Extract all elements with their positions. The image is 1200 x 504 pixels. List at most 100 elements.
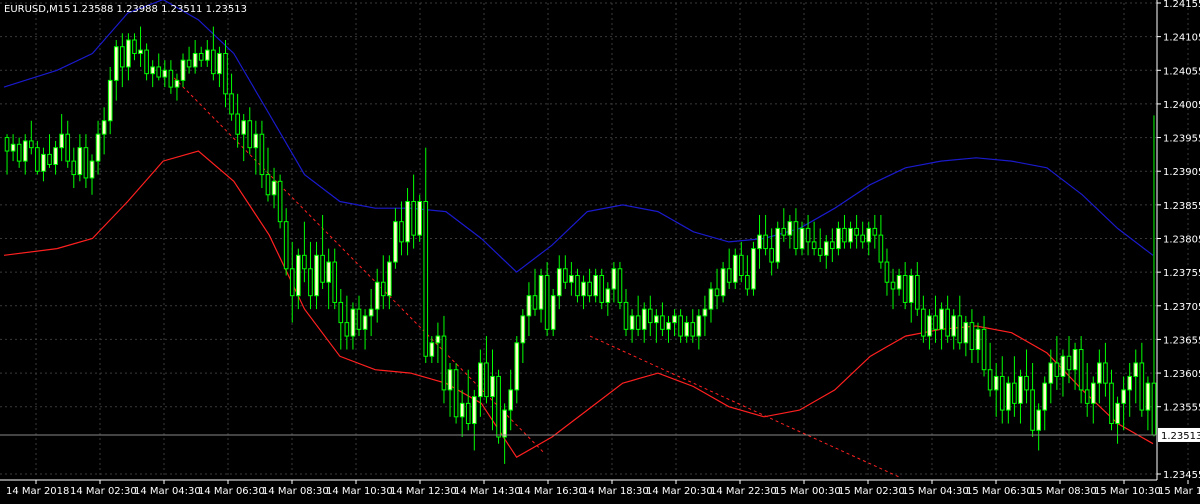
candle-body (138, 49, 143, 54)
candle-body (101, 120, 107, 135)
candle-body (95, 133, 101, 162)
candle-body (836, 227, 841, 250)
candle-body (1109, 382, 1114, 425)
candle (101, 107, 107, 155)
candle (1127, 362, 1133, 417)
candle-body (314, 254, 319, 297)
candle-body (745, 275, 750, 290)
candle (987, 342, 993, 397)
candle-body (295, 254, 301, 297)
price-chart[interactable]: 1.24155 1.24105 1.24055 1.24005 1.23955 1.239… (0, 0, 1200, 500)
candle-body (811, 241, 817, 250)
candle-body (1145, 382, 1151, 411)
candle-body (1042, 382, 1048, 411)
candle-body (271, 180, 277, 196)
candle (823, 235, 829, 269)
candle-body (963, 322, 969, 344)
candle (465, 369, 471, 431)
candle (1145, 376, 1151, 431)
candle-body (4, 137, 10, 152)
candle-body (757, 234, 762, 250)
candle-body (660, 315, 665, 330)
candle (872, 214, 878, 249)
candle-body (453, 369, 459, 418)
y-tick-label: 1.23855 (1163, 201, 1200, 212)
candle-body (635, 315, 641, 330)
candle (459, 389, 465, 437)
candle-body (569, 275, 574, 283)
candle (1078, 336, 1084, 404)
candle (1036, 403, 1041, 451)
candle (569, 262, 574, 296)
candle-body (623, 301, 629, 330)
candle-body (302, 254, 307, 270)
x-tick-label: 14 Mar 02:30 (70, 486, 137, 497)
candle (59, 114, 64, 162)
candle-body (751, 248, 756, 290)
candle (757, 214, 762, 269)
candle (666, 315, 671, 343)
candle (387, 255, 392, 310)
candle (223, 40, 228, 108)
y-tick-label: 1.23755 (1163, 268, 1200, 279)
candle-body (289, 268, 295, 297)
y-tick-label: 1.24105 (1163, 33, 1200, 44)
candle-body (532, 295, 538, 310)
candle (113, 40, 119, 101)
candle (453, 362, 459, 424)
candle (635, 295, 641, 337)
candle-body (708, 288, 714, 310)
x-tick-label: 14 Mar 2018 (6, 486, 69, 497)
candle (374, 268, 380, 323)
candle-body (447, 369, 453, 391)
candle-body (538, 275, 544, 310)
candle (126, 33, 131, 81)
candle (4, 134, 10, 175)
candle-body (1048, 362, 1054, 384)
candle-body (144, 49, 149, 75)
candles (4, 26, 1157, 464)
candle-body (860, 234, 866, 243)
candle-body (368, 308, 374, 317)
candle-body (1090, 382, 1096, 404)
candle (362, 309, 368, 350)
candle-body (47, 153, 52, 165)
candle-body (1030, 389, 1035, 431)
x-tick-label: 15 Mar 02:30 (838, 486, 905, 497)
candle-body (999, 375, 1005, 411)
candle-body (1151, 382, 1157, 436)
candle-body (211, 49, 216, 75)
candle (933, 295, 938, 343)
candle (405, 188, 410, 256)
chart-area[interactable]: 1.24155 1.24105 1.24055 1.24005 1.23955 1.239… (0, 0, 1200, 500)
candle-body (775, 227, 781, 263)
candle (550, 288, 556, 337)
candle (896, 268, 902, 296)
y-tick-label: 1.24155 (1163, 0, 1200, 10)
candle-body (575, 275, 580, 297)
x-tick-label: 14 Mar 16:30 (518, 486, 585, 497)
candle-body (53, 147, 58, 165)
candle (435, 322, 441, 363)
candle-body (544, 275, 550, 330)
candle (502, 403, 507, 464)
candle (1024, 349, 1029, 404)
candle (368, 288, 374, 337)
x-tick-label: 14 Mar 10:30 (326, 486, 393, 497)
candle (641, 302, 647, 343)
candle-body (120, 46, 125, 68)
candle (156, 53, 162, 81)
candle (678, 309, 683, 343)
candle-body (714, 288, 720, 297)
candle (447, 362, 453, 417)
x-tick-label: 15 Mar 04:30 (902, 486, 969, 497)
candle-body (156, 66, 162, 78)
candle-body (945, 308, 950, 337)
candle-body (696, 315, 702, 337)
candle (927, 309, 932, 350)
candle-body (666, 322, 671, 330)
candle (763, 214, 768, 256)
candle-body (508, 389, 514, 411)
candle (1042, 376, 1048, 431)
x-tick-label: 14 Mar 12:30 (390, 486, 457, 497)
